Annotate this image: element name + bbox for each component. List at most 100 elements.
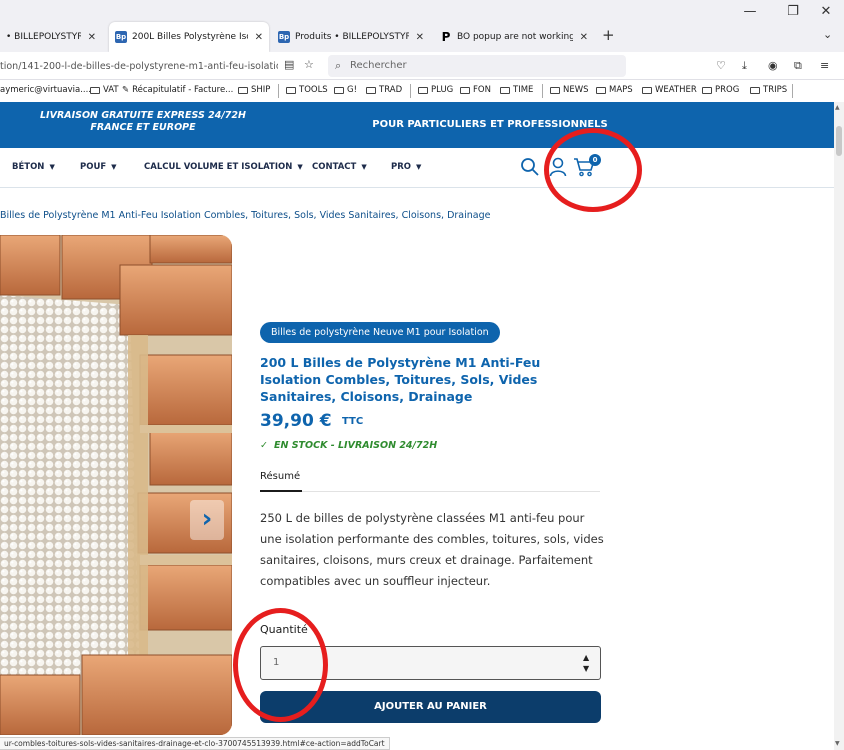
folder-icon: [334, 86, 344, 94]
menu-item-contact[interactable]: CONTACT ▼: [312, 162, 367, 172]
quantity-label: Quantité: [260, 623, 308, 636]
account-icon[interactable]: ◉: [768, 59, 778, 72]
site-favicon-icon: Bp: [278, 31, 290, 43]
receipt-icon: ✎: [122, 85, 130, 95]
folder-icon: [238, 86, 248, 94]
account-icon[interactable]: [549, 157, 567, 181]
menu-item-beton[interactable]: BÉTON ▼: [12, 162, 55, 172]
bookmark-separator: [278, 84, 279, 98]
folder-icon: [750, 86, 760, 94]
site-favicon-icon: Bp: [115, 31, 127, 43]
bookmark-item[interactable]: VAT: [90, 85, 119, 95]
scroll-up-arrow-icon[interactable]: ▲: [835, 104, 840, 111]
bookmark-item[interactable]: TRAD: [366, 85, 402, 95]
pocket-icon[interactable]: ♡: [716, 59, 726, 72]
tab-divider: [260, 491, 600, 492]
restore-icon[interactable]: ❐: [783, 4, 803, 19]
folder-icon: [418, 86, 428, 94]
search-icon: ⌕: [335, 59, 342, 72]
bookmark-item[interactable]: FON: [460, 85, 491, 95]
bookmark-item[interactable]: WEATHER: [642, 85, 697, 95]
bookmark-item[interactable]: PROG: [702, 85, 739, 95]
menu-item-calcul[interactable]: CALCUL VOLUME ET ISOLATION ▼: [144, 162, 303, 172]
quantity-input[interactable]: 1: [260, 646, 601, 680]
browser-tab-4[interactable]: P BO popup are not working anyr ✕: [434, 22, 594, 52]
image-next-arrow-icon[interactable]: ›: [190, 500, 224, 540]
bookmark-item[interactable]: G!: [334, 85, 357, 95]
bookmark-item[interactable]: MAPS: [596, 85, 633, 95]
folder-icon: [366, 86, 376, 94]
audience-text: POUR PARTICULIERS ET PROFESSIONNELS: [372, 119, 608, 130]
scrollbar-thumb[interactable]: [836, 126, 842, 156]
browser-search-input[interactable]: ⌕ Rechercher: [328, 55, 626, 77]
tab-title: BO popup are not working anyr: [457, 32, 573, 42]
browser-tab-3[interactable]: Bp Produits • BILLEPOLYSTYRENE.F ✕: [272, 22, 430, 52]
menu-item-pouf[interactable]: POUF ▼: [80, 162, 117, 172]
link-status-bar: ur-combles-toitures-sols-vides-sanitaire…: [0, 737, 390, 750]
product-description: 250 L de billes de polystyrène classées …: [260, 511, 604, 588]
stock-status: ✓ EN STOCK - LIVRAISON 24/72H: [260, 440, 438, 451]
search-icon[interactable]: [520, 157, 540, 181]
bookmark-item[interactable]: aymeric@virtuavia....: [0, 85, 91, 95]
site-navigation: BÉTON ▼ POUF ▼ CALCUL VOLUME ET ISOLATION ▼…: [0, 148, 834, 188]
folder-icon: [642, 86, 652, 94]
folder-icon: [460, 86, 470, 94]
menu-item-pro[interactable]: PRO ▼: [391, 162, 421, 172]
add-to-cart-button[interactable]: AJOUTER AU PANIER: [260, 691, 601, 723]
tax-label: TTC: [342, 416, 364, 427]
bookmark-item[interactable]: ✎ Récapitulatif - Facture...: [122, 85, 233, 95]
tab-list-chevron-icon[interactable]: ⌄: [823, 28, 832, 41]
pinterest-favicon-icon: P: [441, 30, 451, 44]
browser-tab-2[interactable]: Bp 200L Billes Polystyrène Isolation ✕: [109, 22, 269, 52]
stepper-up-icon[interactable]: ▲: [583, 652, 589, 663]
bookmarks-bar: aymeric@virtuavia.... VAT ✎ Récapitulatif…: [0, 80, 844, 102]
bookmark-item[interactable]: TRIPS: [750, 85, 787, 95]
folder-icon: [596, 86, 606, 94]
tab-close-icon[interactable]: ✕: [416, 32, 424, 43]
downloads-icon[interactable]: ⤓: [742, 59, 747, 73]
stepper-down-icon[interactable]: ▼: [583, 663, 589, 674]
minimize-icon[interactable]: —: [740, 4, 760, 19]
browser-tab-bar: — ❐ ✕ • BILLEPOLYSTYRENE.F ✕ Bp 200L Bil…: [0, 0, 844, 52]
active-tab-indicator: [260, 490, 302, 492]
tab-title: • BILLEPOLYSTYRENE.F: [6, 32, 81, 42]
bookmark-separator: [410, 84, 411, 98]
free-delivery-text: LIVRAISON GRATUITE EXPRESS 24/72H FRANCE…: [40, 110, 246, 133]
category-badge[interactable]: Billes de polystyrène Neuve M1 pour Isol…: [260, 322, 500, 343]
quantity-stepper[interactable]: ▲ ▼: [583, 652, 589, 674]
bookmark-item[interactable]: TIME: [500, 85, 533, 95]
folder-icon: [90, 86, 100, 94]
search-placeholder: Rechercher: [350, 60, 407, 71]
bookmark-item[interactable]: NEWS: [550, 85, 589, 95]
promo-banner: LIVRAISON GRATUITE EXPRESS 24/72H FRANCE…: [0, 102, 834, 148]
new-tab-button[interactable]: +: [602, 26, 615, 44]
chevron-down-icon: ▼: [416, 163, 422, 171]
tab-close-icon[interactable]: ✕: [88, 32, 96, 43]
folder-icon: [286, 86, 296, 94]
tab-close-icon[interactable]: ✕: [580, 32, 588, 43]
cart-count-badge: 0: [589, 154, 601, 166]
chevron-down-icon: ▼: [111, 163, 117, 171]
address-bar[interactable]: tion/141-200-l-de-billes-de-polystyrene-…: [0, 58, 278, 76]
tab-title: Produits • BILLEPOLYSTYRENE.F: [295, 32, 409, 42]
bookmark-star-icon[interactable]: ☆: [304, 58, 314, 71]
breadcrumb[interactable]: Billes de Polystyrène M1 Anti-Feu Isolat…: [0, 210, 490, 221]
bookmark-item[interactable]: SHIP: [238, 85, 270, 95]
chevron-down-icon: ▼: [49, 163, 55, 171]
product-price: 39,90 €: [260, 411, 332, 431]
bookmark-item[interactable]: TOOLS: [286, 85, 328, 95]
folder-icon: [500, 86, 510, 94]
chevron-down-icon: ▼: [361, 163, 367, 171]
tab-close-icon[interactable]: ✕: [255, 32, 263, 43]
browser-tab-1[interactable]: • BILLEPOLYSTYRENE.F ✕: [0, 22, 102, 52]
menu-icon[interactable]: ≡: [820, 59, 829, 72]
extensions-icon[interactable]: ⧉: [794, 59, 802, 73]
page-scrollbar[interactable]: [834, 102, 844, 750]
product-image[interactable]: [0, 235, 232, 735]
window-close-icon[interactable]: ✕: [816, 4, 836, 19]
product-title: 200 L Billes de Polystyrène M1 Anti-Feu …: [260, 355, 541, 404]
tab-resume[interactable]: Résumé: [260, 471, 300, 482]
bookmark-item[interactable]: PLUG: [418, 85, 453, 95]
scroll-down-arrow-icon[interactable]: ▼: [835, 740, 840, 747]
reader-view-icon[interactable]: ▤: [284, 58, 294, 71]
